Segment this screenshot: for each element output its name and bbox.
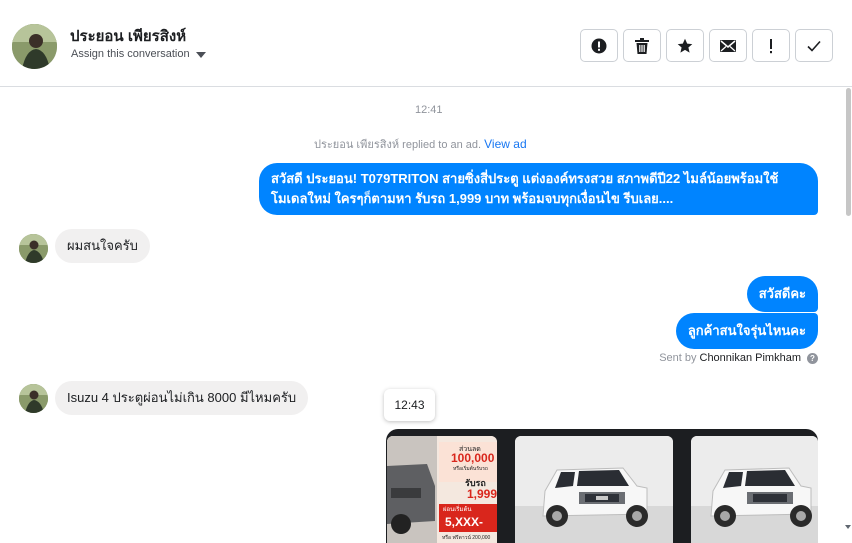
scroll-down-arrow-icon[interactable] [845, 525, 851, 529]
timestamp-tooltip: 12:43 [384, 389, 435, 421]
sent-by-prefix: Sent by [659, 352, 697, 364]
conversation-toolbar [580, 29, 833, 62]
delete-button[interactable] [623, 29, 661, 62]
envelope-icon [720, 39, 736, 52]
chevron-down-icon [195, 51, 206, 58]
promo-text: 1,999 [467, 487, 497, 501]
contact-avatar[interactable] [12, 24, 57, 69]
assign-label: Assign this conversation [71, 48, 190, 60]
star-button[interactable] [666, 29, 704, 62]
alert-circle-icon [591, 38, 607, 53]
promo-text: ผ่อนเริ่มต้น [443, 505, 471, 513]
spam-button[interactable] [580, 29, 618, 62]
mark-done-button[interactable] [795, 29, 833, 62]
outgoing-message[interactable]: ลูกค้าสนใจรุ่นไหนคะ [675, 313, 818, 349]
mark-unread-button[interactable] [709, 29, 747, 62]
view-ad-link[interactable]: View ad [484, 137, 526, 151]
promo-text: หรือ ฟรีดาวน์ 200,000 [442, 534, 491, 541]
car-image-card[interactable] [691, 436, 818, 543]
car-image-card[interactable] [515, 436, 673, 543]
promo-image-card[interactable]: ส่วนลด 100,000 หรือเริ่มต้นรับรถ รับรถ 1… [387, 436, 497, 543]
conversation-header: ประยอน เพียรสิงห์ Assign this conversati… [0, 0, 852, 87]
outgoing-message[interactable]: สวัสดี ประยอน! T079TRITON สายซิ่งสี่ประต… [259, 163, 818, 215]
trash-icon [635, 37, 649, 54]
ad-reply-note: ประยอน เพียรสิงห์ replied to an ad. View… [314, 135, 527, 153]
image-carousel[interactable]: ส่วนลด 100,000 หรือเริ่มต้นรับรถ รับรถ 1… [386, 429, 818, 543]
promo-text: 5,XXX- [445, 515, 483, 529]
scrollbar-thumb[interactable] [846, 88, 851, 216]
outgoing-message[interactable]: สวัสดีคะ [746, 276, 818, 312]
promo-text: 100,000 [451, 451, 495, 465]
follow-up-button[interactable] [752, 29, 790, 62]
incoming-message[interactable]: Isuzu 4 ประตูผ่อนไม่เกิน 8000 มีไหมครับ [55, 381, 309, 415]
scrollbar[interactable] [846, 88, 852, 218]
checkmark-icon [807, 40, 821, 52]
promo-text: หรือเริ่มต้นรับรถ [453, 465, 488, 472]
sent-by-agent[interactable]: Chonnikan Pimkham [700, 352, 802, 364]
ad-reply-text: ประยอน เพียรสิงห์ replied to an ad. [314, 139, 482, 151]
contact-avatar-small [19, 234, 48, 263]
contact-name: ประยอน เพียรสิงห์ [70, 28, 187, 45]
sent-by-note: Sent by Chonnikan Pimkham ? [659, 352, 818, 364]
message-timestamp: 12:41 [415, 104, 443, 116]
star-icon [677, 38, 693, 53]
assign-conversation-dropdown[interactable]: Assign this conversation [71, 48, 206, 60]
exclamation-icon [770, 38, 772, 53]
incoming-message[interactable]: ผมสนใจครับ [55, 229, 150, 263]
help-icon[interactable]: ? [807, 352, 818, 364]
contact-avatar-small [19, 384, 48, 413]
